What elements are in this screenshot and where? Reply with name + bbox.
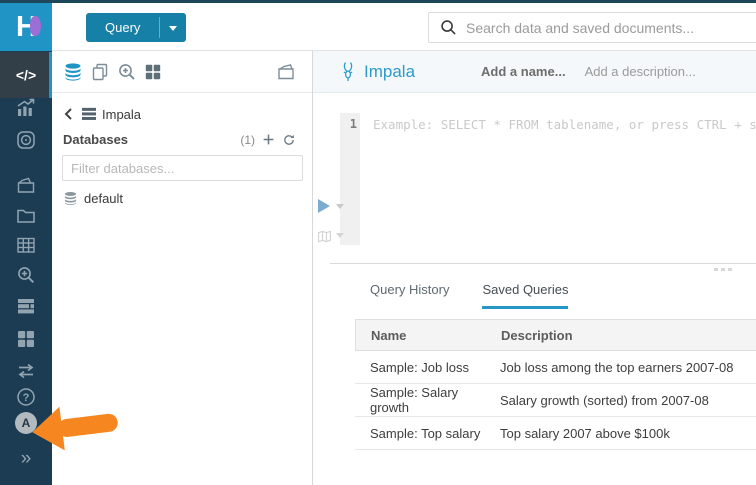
grid-icon [16,329,36,349]
top-bar: Query [52,3,756,51]
chart-icon [16,98,36,118]
stacked-rows-icon [16,296,36,316]
map-options-caret[interactable] [336,233,344,242]
databases-count: (1) [240,133,255,147]
databases-source-icon[interactable] [63,62,83,82]
add-icon[interactable] [262,133,275,146]
hue-app-window: H </> [0,0,756,485]
global-search[interactable] [428,12,756,43]
assist-toolbar [52,51,312,93]
execute-options-caret[interactable] [336,204,344,213]
query-name-placeholder[interactable]: Add a name... [481,64,566,79]
search-icon [440,19,457,36]
sidebar-item-dashboard[interactable] [0,98,52,118]
snippet-divider [330,263,756,264]
impala-icon [340,61,356,83]
documents-tab-icon[interactable] [90,62,110,82]
saved-queries-table: Name Description Sample: Job loss Job lo… [355,319,756,450]
editor-gutter [340,113,360,245]
assist-breadcrumb: Impala [52,93,312,123]
double-chevron-right-icon: » [21,449,32,469]
sidebar-item-warehouses[interactable] [0,296,52,316]
open-folder-icon[interactable] [276,62,296,82]
databases-header: Databases (1) [52,123,312,147]
sidebar-item-scheduler[interactable] [0,130,52,150]
database-item-default[interactable]: default [52,181,312,206]
swap-arrows-icon [16,361,36,381]
hue-logo[interactable]: H [0,3,52,51]
engine-title: Impala [364,62,415,82]
source-name[interactable]: Impala [102,107,141,122]
query-dropdown-toggle[interactable] [160,13,186,42]
documents-icon [16,175,36,195]
code-icon: </> [16,67,36,83]
table-header-row: Name Description [355,319,756,351]
search-input[interactable] [466,20,756,36]
filter-databases [62,155,302,181]
sidebar-item-help[interactable]: ? [0,387,52,407]
sidebar-item-tables[interactable] [0,235,52,255]
cell-name: Sample: Job loss [355,360,500,375]
source-list-icon [81,107,97,121]
table-row[interactable]: Sample: Salary growth Salary growth (sor… [355,384,756,417]
sidebar-item-documents[interactable] [0,175,52,195]
sidebar-item-apps[interactable] [0,329,52,349]
caret-down-icon [169,26,177,35]
tab-query-history[interactable]: Query History [370,282,449,309]
sidebar-item-editor[interactable]: </> [0,52,52,98]
apps-assist-icon[interactable] [144,63,162,81]
filter-databases-input[interactable] [62,155,303,181]
search-assist-icon[interactable] [117,62,137,82]
editor-placeholder[interactable]: Example: SELECT * FROM tablename, or pre… [373,117,756,132]
results-tabs: Query History Saved Queries [370,282,601,309]
cell-name: Sample: Top salary [355,426,500,441]
database-icon [63,191,78,206]
query-button-label: Query [86,13,159,42]
hue-logo-gem [30,16,41,36]
execute-button[interactable] [318,199,330,213]
svg-text:?: ? [23,392,30,404]
cell-description: Top salary 2007 above $100k [500,426,756,441]
table-row[interactable]: Sample: Top salary Top salary 2007 above… [355,417,756,450]
database-name: default [84,191,123,206]
sidebar-item-files[interactable] [0,205,52,225]
table-icon [16,235,36,255]
cell-description: Job loss among the top earners 2007-08 [500,360,756,375]
cell-description: Salary growth (sorted) from 2007-08 [500,393,756,408]
header-name: Name [356,328,501,343]
header-description: Description [501,328,756,343]
editor-main: Impala Add a name... Add a description..… [313,51,756,485]
cell-name: Sample: Salary growth [355,385,500,415]
back-chevron-icon[interactable] [63,107,75,121]
query-description-placeholder[interactable]: Add a description... [585,64,696,79]
scheduler-icon [16,130,36,150]
editor-header: Impala Add a name... Add a description..… [313,51,756,93]
refresh-icon[interactable] [282,133,296,147]
sidebar-item-importer[interactable] [0,361,52,381]
sidebar-item-search[interactable] [0,265,52,285]
help-icon: ? [16,387,36,407]
databases-label: Databases [63,132,128,147]
zoom-plus-icon [16,265,36,285]
resize-grip[interactable] [714,268,732,271]
table-row[interactable]: Sample: Job loss Job loss among the top … [355,351,756,384]
tab-saved-queries[interactable]: Saved Queries [482,282,568,309]
folder-icon [16,205,36,225]
query-button[interactable]: Query [86,13,186,42]
line-number: 1 [340,117,357,131]
explain-map-icon[interactable] [316,228,333,245]
